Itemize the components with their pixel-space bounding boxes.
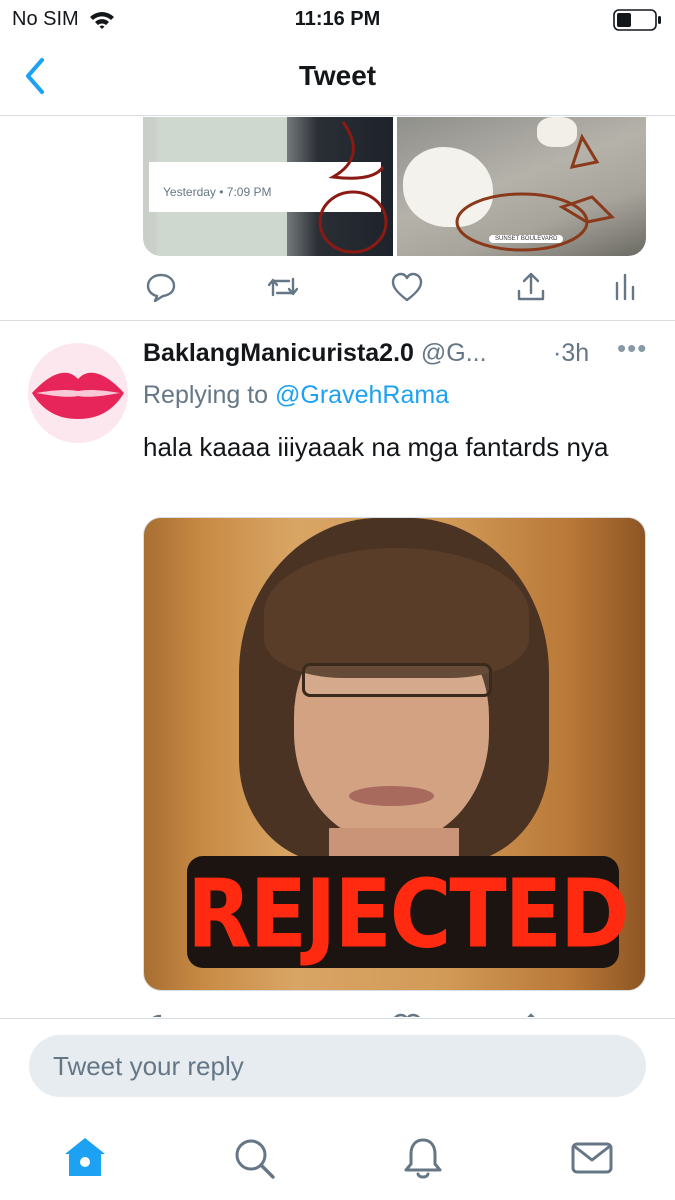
like-icon[interactable] [389,269,425,305]
tweet-time: ·3h [553,339,590,367]
replying-to-prefix: Replying to [143,381,269,409]
tweet-thread[interactable]: Yesterday • 7:09 PM SUNSET BOULEVARD Bak… [0,117,675,1017]
home-icon[interactable] [61,1134,109,1182]
analytics-icon[interactable] [607,269,643,305]
share-icon[interactable] [513,269,549,305]
tweet-divider [0,320,675,321]
tab-bar [0,1116,675,1200]
battery-icon [613,9,661,31]
lips-icon [32,372,124,419]
reply-icon[interactable] [143,1010,179,1017]
replying-to-handle-link[interactable]: @GravehRama [275,381,449,409]
tweet-text: hala kaaaa iiiyaaak na mga fantards nya [143,432,609,462]
like-icon[interactable] [389,1010,425,1017]
image-overlay-text: REJECTED [187,859,630,969]
retweet-icon[interactable] [265,1010,301,1017]
brown-scribble-icon [455,133,616,252]
notifications-icon[interactable] [399,1134,447,1182]
media-photo-left[interactable]: Yesterday • 7:09 PM [143,117,393,256]
retweet-icon[interactable] [265,269,301,305]
image-glasses [302,663,492,697]
replying-to: Replying to @GravehRama [143,381,449,410]
red-scribble-icon [318,121,388,254]
reply-input[interactable] [29,1035,646,1097]
status-bar: No SIM 11:16 PM [0,0,675,40]
previous-tweet-actions [143,269,643,309]
image-mouth [349,786,434,806]
search-icon[interactable] [230,1134,278,1182]
avatar[interactable] [28,343,128,443]
navigation-bar: Tweet [0,40,675,116]
reply-composer [0,1018,675,1116]
messages-icon[interactable] [568,1134,616,1182]
photo-caption-date: Yesterday • 7:09 PM [163,185,272,199]
share-icon[interactable] [513,1010,549,1017]
location-pill: SUNSET BOULEVARD [489,235,564,243]
tweet-media-image[interactable]: REJECTED [143,517,646,991]
previous-tweet-media[interactable]: Yesterday • 7:09 PM SUNSET BOULEVARD [143,117,646,256]
display-name[interactable]: BaklangManicurista2.0 [143,339,414,367]
user-handle[interactable]: @G... [421,339,487,367]
tweet-actions-partial [143,1010,643,1017]
page-title: Tweet [298,60,377,91]
reply-icon[interactable] [143,269,179,305]
media-photo-right[interactable]: SUNSET BOULEVARD [397,117,646,256]
image-bangs [264,548,529,678]
more-options-button[interactable]: ••• [617,333,647,364]
tweet-header: BaklangManicurista2.0 @G... ·3h ••• [143,333,653,373]
clock: 11:16 PM [294,8,381,30]
